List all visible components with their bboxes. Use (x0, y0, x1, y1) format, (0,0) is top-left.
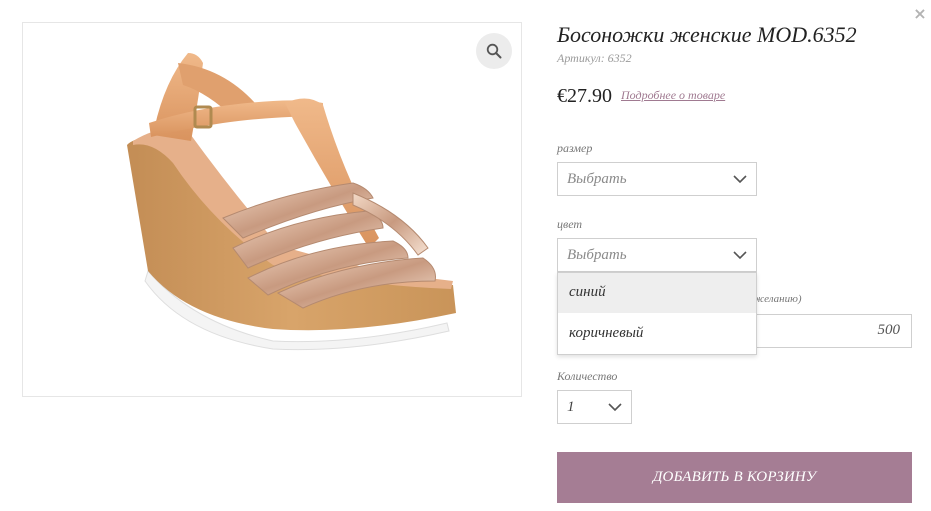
quantity-label: Количество (557, 369, 618, 383)
add-to-cart-button[interactable]: ДОБАВИТЬ В КОРЗИНУ (557, 452, 912, 503)
chevron-down-icon (733, 175, 747, 184)
product-sku: Артикул: 6352 (557, 51, 632, 65)
quantity-select-value: 1 (567, 399, 575, 415)
size-label: размер (557, 141, 593, 155)
close-icon: × (913, 4, 927, 23)
size-select-value: Выбрать (567, 171, 627, 187)
quantity-select[interactable]: 1 (557, 390, 632, 424)
chevron-down-icon (733, 251, 747, 260)
color-label: цвет (557, 217, 583, 231)
engraving-input-value: 500 (877, 322, 901, 338)
size-select[interactable]: Выбрать (557, 162, 757, 196)
chevron-down-icon (608, 403, 622, 412)
product-image (127, 53, 456, 351)
product-price: €27.90 (557, 85, 612, 107)
close-button[interactable]: × (911, 4, 929, 24)
magnifier-icon (486, 43, 502, 59)
color-select[interactable]: Выбрать (557, 238, 757, 272)
zoom-button[interactable] (476, 33, 512, 69)
engraving-label: желанию) (754, 293, 802, 305)
color-select-value: Выбрать (567, 247, 627, 263)
color-dropdown-list: синий коричневый (557, 272, 757, 355)
product-details-link[interactable]: Подробнее о товаре (621, 88, 725, 103)
product-image-container (22, 22, 522, 397)
product-title: Босоножки женские MOD.6352 (557, 22, 857, 47)
color-option-blue[interactable]: синий (558, 273, 756, 313)
color-option-brown[interactable]: коричневый (558, 314, 756, 354)
